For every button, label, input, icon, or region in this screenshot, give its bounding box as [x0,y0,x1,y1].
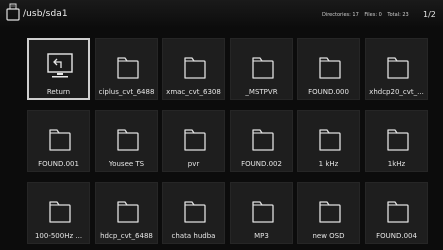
folder-tile[interactable]: FOUND.001 [27,110,90,172]
tile-label: 1kHz [387,160,406,168]
directory-info: Directories: 17 Files: 0 Total: 23 [322,12,413,18]
tile-label: Yousee TS [108,160,145,168]
tile-label: xhdcp20_cvt_... [369,88,424,96]
tile-label: Return [46,88,71,96]
page-indicator: 1/2 [423,10,436,19]
tile-label: xmac_cvt_6308 [166,88,221,96]
tile-label: pvr [187,160,200,168]
folder-tile[interactable]: FOUND.002 [230,110,293,172]
tile-label: FOUND.001 [38,160,79,168]
current-path: /usb/sda1 [23,9,68,19]
top-bar: /usb/sda1 Directories: 17 Files: 0 Total… [0,0,443,28]
tile-label: ciplus_cvt_6488 [98,88,155,96]
tile-label: MP3 [254,232,269,240]
tile-label: 1 kHz [318,160,339,168]
folder-tile[interactable]: 100-500Hz ... [27,182,90,244]
folder-tile[interactable]: FOUND.004 [365,182,428,244]
tile-label: 100-500Hz ... [34,232,83,240]
folder-tile[interactable]: hdcp_cvt_6488 [95,182,158,244]
tile-label: FOUND.002 [241,160,282,168]
tile-label: hdcp_cvt_6488 [100,232,153,240]
directories-count: Directories: 17 [322,12,359,18]
folder-tile[interactable]: Yousee TS [95,110,158,172]
folder-tile[interactable]: xhdcp20_cvt_... [365,38,428,100]
folder-tile[interactable]: FOUND.000 [297,38,360,100]
file-grid: Return ciplus_cvt_6488 xmac_cvt_6308 _MSTPV… [27,38,432,246]
folder-tile[interactable]: 1kHz [365,110,428,172]
return-tile[interactable]: Return [27,38,90,100]
tile-label: FOUND.004 [376,232,417,240]
total-count: Total: 23 [387,12,409,18]
usb-drive-icon [6,3,20,21]
folder-tile[interactable]: chata hudba [162,182,225,244]
tile-label: _MSTPVR [245,88,278,96]
tile-label: new OSD [312,232,345,240]
tile-label: chata hudba [171,232,216,240]
folder-tile[interactable]: pvr [162,110,225,172]
folder-tile[interactable]: ciplus_cvt_6488 [95,38,158,100]
folder-tile[interactable]: 1 kHz [297,110,360,172]
folder-tile[interactable]: new OSD [297,182,360,244]
files-count: Files: 0 [364,12,382,18]
folder-tile[interactable]: MP3 [230,182,293,244]
folder-tile[interactable]: _MSTPVR [230,38,293,100]
folder-tile[interactable]: xmac_cvt_6308 [162,38,225,100]
tile-label: FOUND.000 [308,88,349,96]
